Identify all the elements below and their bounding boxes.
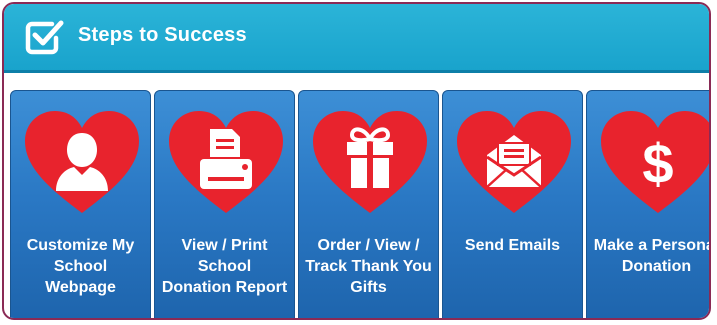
tile-thank-you-gifts[interactable]: Order / View / Track Thank You Gifts (298, 90, 439, 318)
dollar-icon: $ (642, 132, 673, 195)
gift-icon (347, 127, 393, 188)
tile-personal-donation[interactable]: $ Make a Personal Donation (586, 90, 711, 318)
heart-icon (169, 111, 283, 213)
tile-customize-webpage[interactable]: Customize My School Webpage (10, 90, 151, 318)
page-title: Steps to Success (78, 24, 247, 46)
steps-tiles: Customize My School Webpage View / Print… (10, 90, 711, 318)
heart-icon (25, 111, 139, 213)
tile-send-emails[interactable]: Send Emails (442, 90, 583, 318)
panel-header: Steps to Success (4, 4, 709, 73)
tile-donation-report[interactable]: View / Print School Donation Report (154, 90, 295, 318)
tile-label: View / Print School Donation Report (161, 237, 288, 296)
heart-icon (313, 111, 427, 213)
steps-panel: Steps to Success Customize My School Web… (2, 2, 711, 320)
heart-icon: $ (601, 111, 709, 213)
svg-text:$: $ (642, 132, 673, 195)
tile-label: Send Emails (464, 237, 561, 254)
tile-label: Order / View / Track Thank You Gifts (305, 237, 432, 296)
heart-icon (457, 111, 571, 213)
checkbox-icon (25, 20, 64, 55)
tile-label: Customize My School Webpage (26, 237, 135, 296)
tile-label: Make a Personal Donation (593, 237, 711, 275)
